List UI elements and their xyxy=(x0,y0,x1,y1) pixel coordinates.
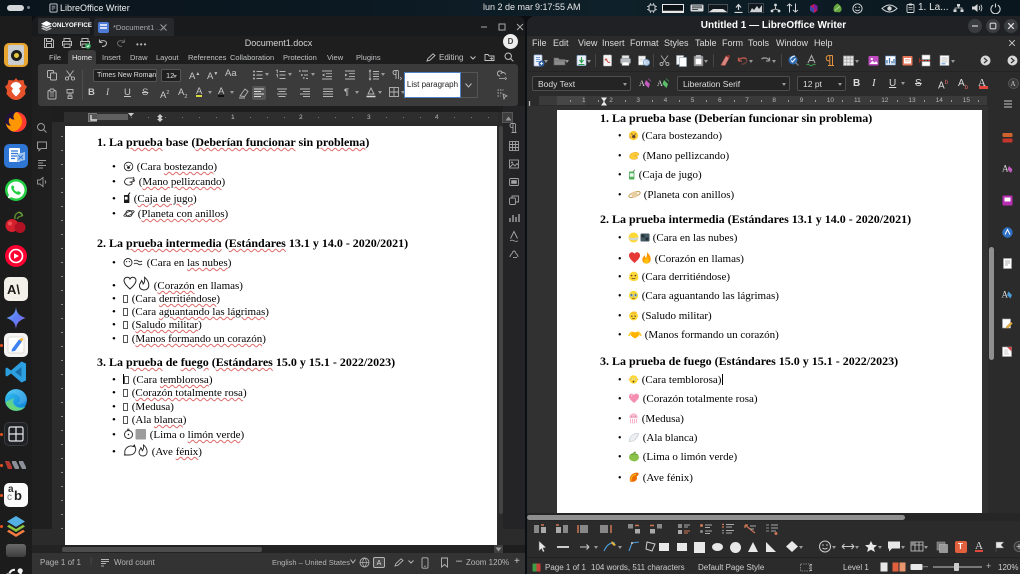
svg-text:A: A xyxy=(657,79,663,88)
svg-text:A: A xyxy=(1011,80,1016,88)
svg-text:A: A xyxy=(639,79,645,88)
